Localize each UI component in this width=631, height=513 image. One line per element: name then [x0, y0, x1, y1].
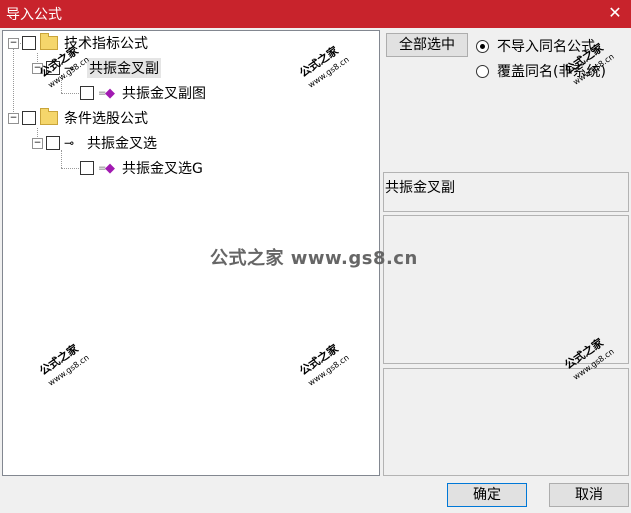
option-no-import[interactable]: 不导入同名公式: [476, 36, 595, 56]
radio-overwrite[interactable]: [476, 64, 489, 78]
watermark: 公式之家 www.gs8.cn: [297, 44, 351, 90]
selected-formula-name: 共振金叉副: [385, 180, 455, 196]
node-label: 条件选股公式: [64, 111, 148, 127]
tree-node-resonance-select[interactable]: − ⊸ 共振金叉选: [32, 133, 157, 153]
collapse-icon[interactable]: −: [8, 37, 19, 49]
node-label: 共振金叉选G: [122, 161, 203, 177]
node-label: 共振金叉选: [87, 136, 157, 152]
tree-node-resonance-sub-chart[interactable]: = ◆ 共振金叉副图: [80, 83, 206, 103]
close-icon[interactable]: ✕: [605, 2, 625, 24]
title-bar: 导入公式 ✕: [0, 0, 631, 28]
select-all-button[interactable]: 全部选中: [386, 33, 468, 57]
tree-node-resonance-select-g[interactable]: = ◆ 共振金叉选G: [80, 158, 203, 178]
connector-glyph: =: [98, 87, 107, 99]
node-checkbox[interactable]: [22, 111, 36, 125]
folder-icon: [40, 33, 58, 50]
tree-line: [61, 168, 79, 169]
window-title: 导入公式: [6, 7, 62, 23]
radio-no-import[interactable]: [476, 39, 489, 53]
tree-line: [61, 93, 79, 94]
node-checkbox[interactable]: [80, 161, 94, 175]
watermark: 公式之家 www.gs8.cn: [297, 342, 351, 388]
gem-icon: ◆: [105, 160, 115, 176]
node-label: 共振金叉副图: [122, 86, 206, 102]
collapse-icon[interactable]: −: [8, 112, 19, 124]
cancel-button[interactable]: 取消: [549, 483, 629, 507]
gem-icon: ◆: [105, 85, 115, 101]
connector-glyph: =: [98, 162, 107, 174]
collapse-icon[interactable]: −: [32, 137, 43, 149]
node-checkbox[interactable]: [22, 36, 36, 50]
node-checkbox[interactable]: [46, 136, 60, 150]
watermark: 公式之家 www.gs8.cn: [37, 342, 91, 388]
center-watermark: 公式之家 www.gs8.cn: [210, 248, 418, 269]
node-checkbox[interactable]: [80, 86, 94, 100]
details-panel: [383, 368, 629, 476]
node-label: 共振金叉副: [87, 58, 161, 78]
key-icon: ⊸: [64, 136, 75, 150]
name-display-panel: 共振金叉副: [383, 172, 629, 212]
tree-line: [13, 43, 14, 118]
folder-icon: [40, 108, 58, 125]
ok-button[interactable]: 确定: [447, 483, 527, 507]
tree-node-stock-selection[interactable]: − 条件选股公式: [8, 108, 148, 128]
